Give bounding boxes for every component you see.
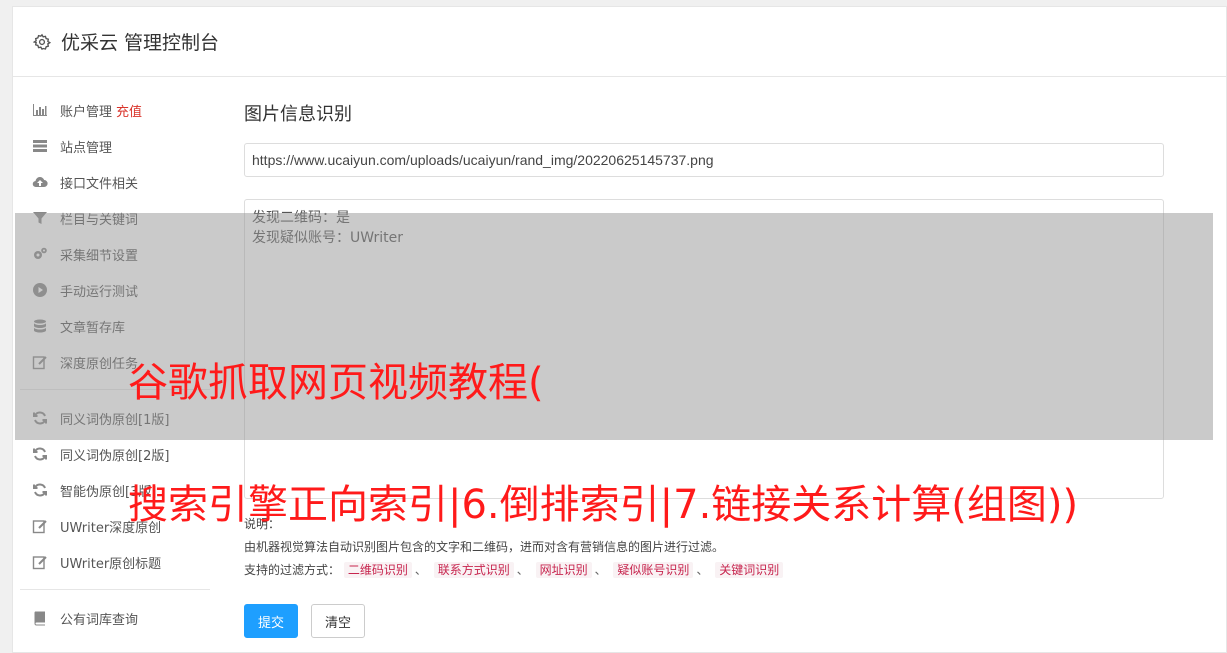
sidebar-item-uwriter-title[interactable]: UWriter原创标题: [20, 544, 210, 580]
separator: 、: [594, 563, 607, 577]
overlay-headline-line2: 搜索引擎正向索引|6.倒排索引|7.链接关系计算(组图)): [128, 482, 1079, 528]
sidebar-item-sites[interactable]: 站点管理: [20, 128, 210, 164]
refresh-icon: [30, 480, 50, 500]
clear-button[interactable]: 清空: [311, 604, 365, 638]
filter-tag-account: 疑似账号识别: [613, 562, 694, 578]
filter-tag-keyword: 关键词识别: [715, 562, 784, 578]
sidebar-item-interface-files[interactable]: 接口文件相关: [20, 164, 210, 200]
separator: 、: [696, 563, 709, 577]
image-url-input[interactable]: https://www.ucaiyun.com/uploads/ucaiyun/…: [244, 143, 1164, 177]
filter-tag-qrcode: 二维码识别: [343, 562, 412, 578]
recharge-link[interactable]: 充值: [116, 101, 142, 120]
sidebar-item-label: 公有词库查询: [60, 612, 139, 628]
bar-chart-icon: [30, 100, 50, 120]
filter-label: 支持的过滤方式：: [244, 563, 341, 577]
edit-icon: [30, 552, 50, 572]
gear-icon: [33, 33, 51, 50]
separator: 、: [414, 563, 427, 577]
cloud-upload-icon: [30, 172, 50, 192]
filter-tag-url: 网址识别: [535, 562, 592, 578]
sidebar-item-label: 账户管理: [60, 104, 113, 120]
separator: 、: [516, 563, 529, 577]
submit-button[interactable]: 提交: [244, 604, 298, 638]
sidebar-item-label: UWriter原创标题: [60, 556, 162, 572]
sidebar-item-synonym-v2[interactable]: 同义词伪原创[2版]: [20, 436, 210, 472]
console-header: 优采云 管理控制台: [13, 7, 1226, 77]
sidebar-item-public-lexicon[interactable]: 公有词库查询: [20, 600, 210, 636]
sidebar-item-account[interactable]: 账户管理 充值: [20, 92, 210, 128]
filter-tag-contact: 联系方式识别: [433, 562, 514, 578]
sidebar-divider: [20, 589, 210, 590]
filter-methods: 支持的过滤方式： 二维码识别、 联系方式识别、 网址识别、 疑似账号识别、 关键…: [244, 559, 1164, 582]
refresh-icon: [30, 444, 50, 464]
book-icon: [30, 608, 50, 628]
page-title: 优采云 管理控制台: [61, 32, 220, 54]
action-buttons: 提交 清空: [244, 604, 1164, 638]
sidebar-item-label: 站点管理: [60, 140, 113, 156]
overlay-headline-line1: 谷歌抓取网页视频教程(: [128, 360, 544, 406]
edit-icon: [30, 516, 50, 536]
note-description: 由机器视觉算法自动识别图片包含的文字和二维码，进而对含有营销信息的图片进行过滤。: [244, 540, 725, 554]
section-title: 图片信息识别: [244, 104, 352, 125]
server-icon: [30, 136, 50, 156]
sidebar-item-label: 接口文件相关: [60, 176, 139, 192]
sidebar-item-label: 同义词伪原创[2版]: [60, 448, 170, 464]
